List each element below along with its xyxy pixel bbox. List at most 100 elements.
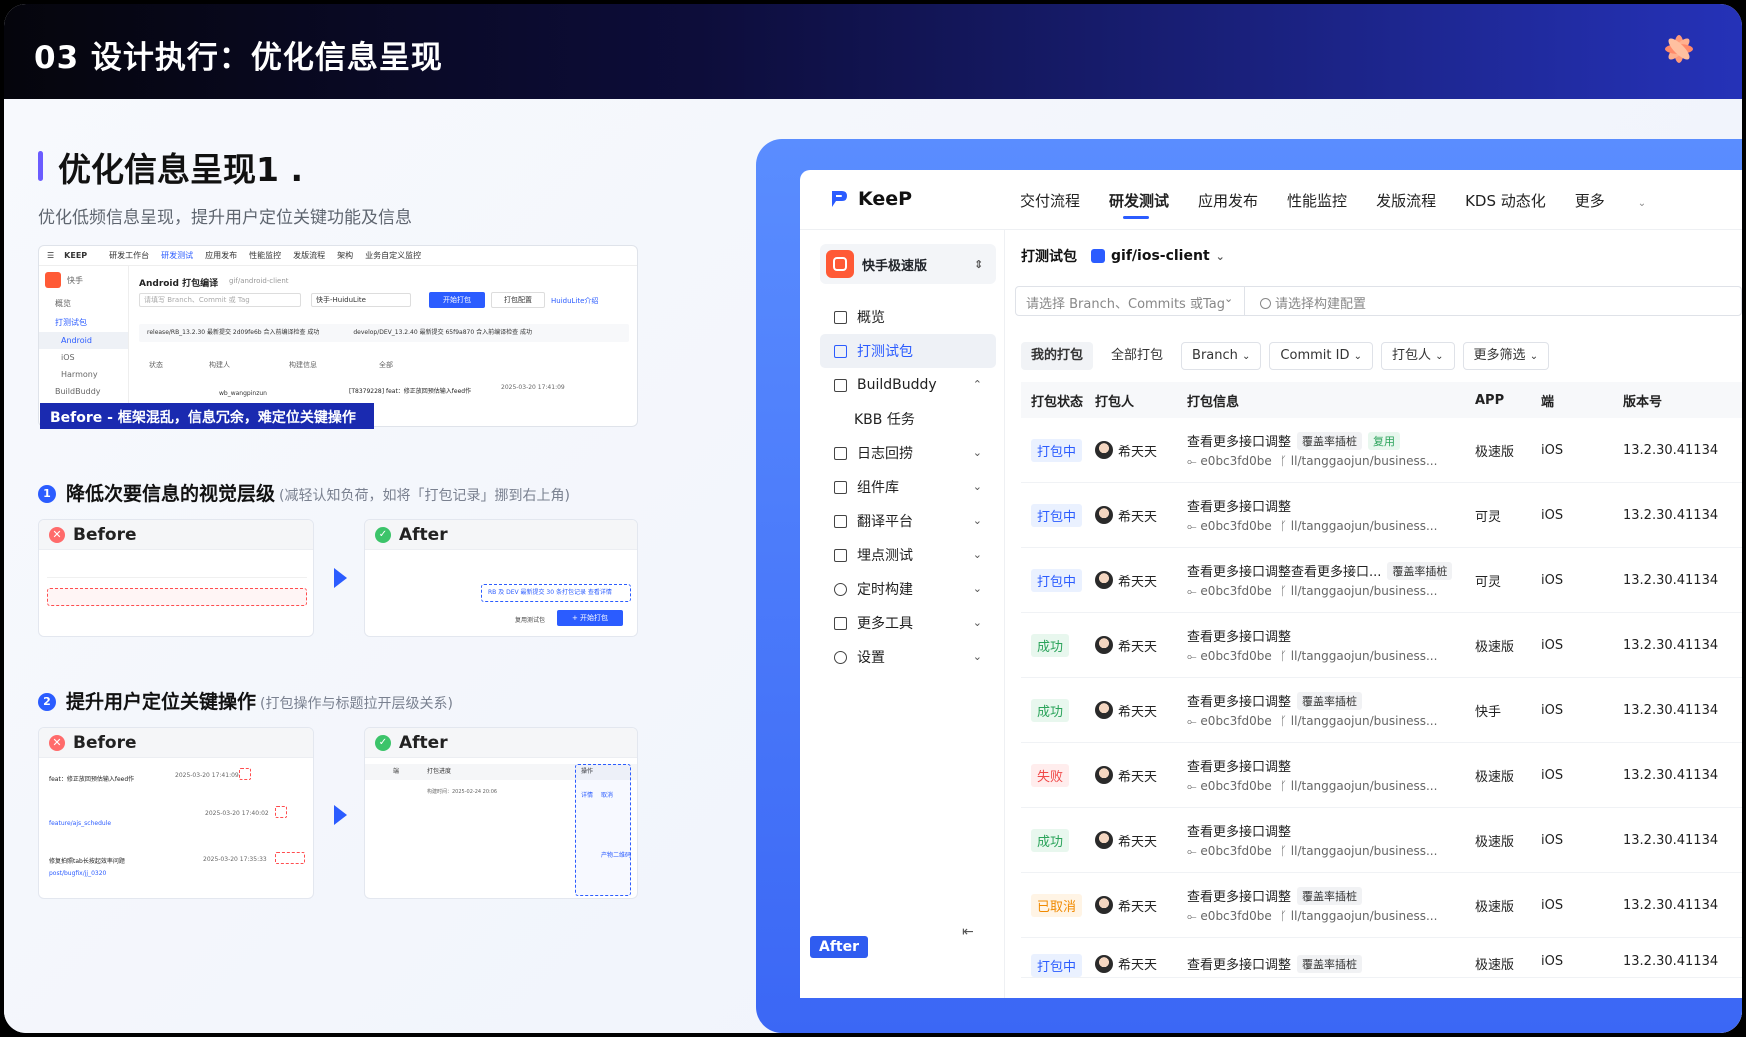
chevron-down-icon: ⌄ xyxy=(1637,198,1647,209)
nav-kds[interactable]: KDS 动态化 xyxy=(1465,190,1546,211)
check-icon: ✓ xyxy=(375,734,391,751)
commit-id[interactable]: e0bc3fd0be xyxy=(1200,909,1271,923)
build-title[interactable]: 查看更多接口调整 xyxy=(1187,821,1291,840)
table-row[interactable]: 打包中 希天天 查看更多接口调整 覆盖率插桩 极速版 iOS 13.2.30.41134 xyxy=(1021,938,1742,978)
branch-name[interactable]: ll/tanggaojun/business... xyxy=(1291,584,1438,598)
sidebar-item-schedule[interactable]: 定时构建 ⌄ xyxy=(820,572,996,606)
build-title[interactable]: 查看更多接口调整 xyxy=(1187,886,1291,905)
builder-name: 希天天 xyxy=(1118,574,1158,590)
library-icon xyxy=(834,480,847,494)
breadcrumb: 打测试包 gif/ios-client ⌄ xyxy=(1021,246,1225,266)
section2-after-op-cancel[interactable]: 取消 xyxy=(601,790,613,799)
build-title[interactable]: 查看更多接口调整 xyxy=(1187,756,1291,775)
commit-id[interactable]: e0bc3fd0be xyxy=(1200,844,1271,858)
commit-id[interactable]: e0bc3fd0be xyxy=(1200,779,1271,793)
coverage-tag: 覆盖率插桩 xyxy=(1297,886,1363,905)
section2-after-op-qrcode[interactable]: 产物二维码 xyxy=(601,850,631,859)
commit-id[interactable]: e0bc3fd0be xyxy=(1200,649,1271,663)
chevron-up-icon: ⌃ xyxy=(972,378,982,391)
builder-name: 希天天 xyxy=(1118,834,1158,850)
sidebar-item-overview[interactable]: 概览 xyxy=(820,300,996,334)
branch-name[interactable]: ll/tanggaojun/business... xyxy=(1291,649,1438,663)
filter-branch[interactable]: Branch ⌄ xyxy=(1181,342,1262,370)
collapse-sidebar-icon[interactable]: ⇤ xyxy=(962,924,974,940)
sidebar-item-tools[interactable]: 更多工具 ⌄ xyxy=(820,606,996,640)
build-title[interactable]: 查看更多接口调整 xyxy=(1187,431,1291,450)
sidebar-item-label: 定时构建 xyxy=(857,582,913,598)
before-config-button[interactable]: 打包配置 xyxy=(491,292,545,308)
platform: iOS xyxy=(1541,832,1564,848)
commit-id[interactable]: e0bc3fd0be xyxy=(1200,584,1271,598)
branch-name[interactable]: ll/tanggaojun/business... xyxy=(1291,454,1438,468)
sidebar-item-kbb[interactable]: KBB 任务 xyxy=(820,402,996,436)
tab-all-builds[interactable]: 全部打包 xyxy=(1101,342,1173,370)
sidebar-item-components[interactable]: 组件库 ⌄ xyxy=(820,470,996,504)
app-name: 可灵 xyxy=(1475,509,1502,525)
branch-name[interactable]: ll/tanggaojun/business... xyxy=(1291,519,1438,533)
builder-name: 希天天 xyxy=(1118,899,1158,915)
before-branch-input[interactable]: 请填写 Branch、Commit 或 Tag xyxy=(139,293,301,307)
section2-note: (打包操作与标题拉开层级关系) xyxy=(260,696,453,712)
nav-delivery[interactable]: 交付流程 xyxy=(1020,190,1080,211)
section1-after-checkbox[interactable]: 复用测试包 xyxy=(515,615,545,624)
project-selector[interactable]: 快手极速版 ⇕ xyxy=(820,244,996,284)
config-select[interactable]: 请选择构建配置 xyxy=(1260,293,1366,312)
platform: iOS xyxy=(1541,637,1564,653)
table-row[interactable]: 已取消 希天天 查看更多接口调整 覆盖率插桩 ⟜ e0bc3fd0be ᚴ ll/tang… xyxy=(1021,873,1742,938)
grid-icon xyxy=(834,310,847,324)
filter-more[interactable]: 更多筛选 ⌄ xyxy=(1462,342,1550,370)
sidebar-item-buildbuddy[interactable]: BuildBuddy ⌃ xyxy=(820,368,996,402)
sidebar-item-tracking[interactable]: 埋点测试 ⌄ xyxy=(820,538,996,572)
avatar xyxy=(1095,896,1113,914)
sidebar-item-log[interactable]: 日志回捞 ⌄ xyxy=(820,436,996,470)
nav-performance[interactable]: 性能监控 xyxy=(1287,190,1347,211)
sidebar-item-settings[interactable]: 设置 ⌄ xyxy=(820,640,996,674)
before-nav-2: 研发测试 xyxy=(161,251,194,260)
filter-builder[interactable]: 打包人 ⌄ xyxy=(1381,342,1455,370)
slide-title: 03 设计执行：优化信息呈现 xyxy=(34,40,443,76)
status-badge: 失败 xyxy=(1031,763,1070,787)
nav-more[interactable]: 更多 ⌄ xyxy=(1575,190,1675,211)
repo-path[interactable]: gif/ios-client xyxy=(1111,248,1210,264)
build-title[interactable]: 查看更多接口调整 xyxy=(1187,954,1291,973)
table-row[interactable]: 成功 希天天 查看更多接口调整 覆盖率插桩 ⟜ e0bc3fd0be ᚴ ll/tangg… xyxy=(1021,678,1742,743)
branch-select[interactable]: 请选择 Branch、Commits 或Tag xyxy=(1026,293,1225,312)
commit-id[interactable]: e0bc3fd0be xyxy=(1200,714,1271,728)
nav-release[interactable]: 应用发布 xyxy=(1198,190,1258,211)
commit-id[interactable]: e0bc3fd0be xyxy=(1200,519,1271,533)
before-start-button[interactable]: 开始打包 xyxy=(429,292,485,308)
branch-name[interactable]: ll/tanggaojun/business... xyxy=(1291,714,1438,728)
branch-name[interactable]: ll/tanggaojun/business... xyxy=(1291,844,1438,858)
coverage-tag: 覆盖率插桩 xyxy=(1297,691,1363,710)
branch-name[interactable]: ll/tanggaojun/business... xyxy=(1291,909,1438,923)
table-row[interactable]: 打包中 希天天 查看更多接口调整查看更多接口... 覆盖率插桩 ⟜ e0bc3fd0be… xyxy=(1021,548,1742,613)
section1-after-start-button[interactable]: + 开始打包 xyxy=(557,610,623,626)
branch-name[interactable]: ll/tanggaojun/business... xyxy=(1291,779,1438,793)
project-app-icon xyxy=(826,250,854,278)
before-help-link[interactable]: HuiduLite介绍 xyxy=(551,296,598,306)
table-row[interactable]: 成功 希天天 查看更多接口调整 ⟜ e0bc3fd0be ᚴ ll/tanggaojun… xyxy=(1021,613,1742,678)
filter-commit[interactable]: Commit ID ⌄ xyxy=(1269,342,1373,370)
brand[interactable]: KeeP xyxy=(830,188,912,210)
commit-id[interactable]: e0bc3fd0be xyxy=(1200,454,1271,468)
build-title[interactable]: 查看更多接口调整 xyxy=(1187,691,1291,710)
build-title[interactable]: 查看更多接口调整查看更多接口... xyxy=(1187,561,1381,580)
before-config-select[interactable]: 快手-HuiduLite xyxy=(311,293,411,307)
tab-my-builds[interactable]: 我的打包 xyxy=(1021,342,1094,370)
table-row[interactable]: 成功 希天天 查看更多接口调整 ⟜ e0bc3fd0be ᚴ ll/tanggaojun… xyxy=(1021,808,1742,873)
before-side-5: BuildBuddy xyxy=(55,387,101,396)
table-row[interactable]: 失败 希天天 查看更多接口调整 ⟜ e0bc3fd0be ᚴ ll/tanggaojun… xyxy=(1021,743,1742,808)
updown-icon: ⇕ xyxy=(974,257,984,271)
nav-release-flow[interactable]: 发版流程 xyxy=(1376,190,1436,211)
nav-rd-testing[interactable]: 研发测试 xyxy=(1109,190,1169,219)
sidebar-item-label: 埋点测试 xyxy=(857,548,913,564)
commit-line: ⟜ e0bc3fd0be ᚴ ll/tanggaojun/business... xyxy=(1187,649,1475,664)
table-row[interactable]: 打包中 希天天 查看更多接口调整 ⟜ e0bc3fd0be ᚴ ll/tanggaoju… xyxy=(1021,483,1742,548)
sidebar-item-translate[interactable]: 翻译平台 ⌄ xyxy=(820,504,996,538)
section2-after-op-detail[interactable]: 详情 xyxy=(581,790,593,799)
sidebar-item-label: KBB 任务 xyxy=(854,412,915,428)
build-title[interactable]: 查看更多接口调整 xyxy=(1187,496,1291,515)
sidebar-item-test-build[interactable]: 打测试包 xyxy=(820,334,996,368)
build-title[interactable]: 查看更多接口调整 xyxy=(1187,626,1291,645)
table-row[interactable]: 打包中 希天天 查看更多接口调整 覆盖率插桩 复用 ⟜ e0bc3fd0be ᚴ ll/ta… xyxy=(1021,418,1742,483)
